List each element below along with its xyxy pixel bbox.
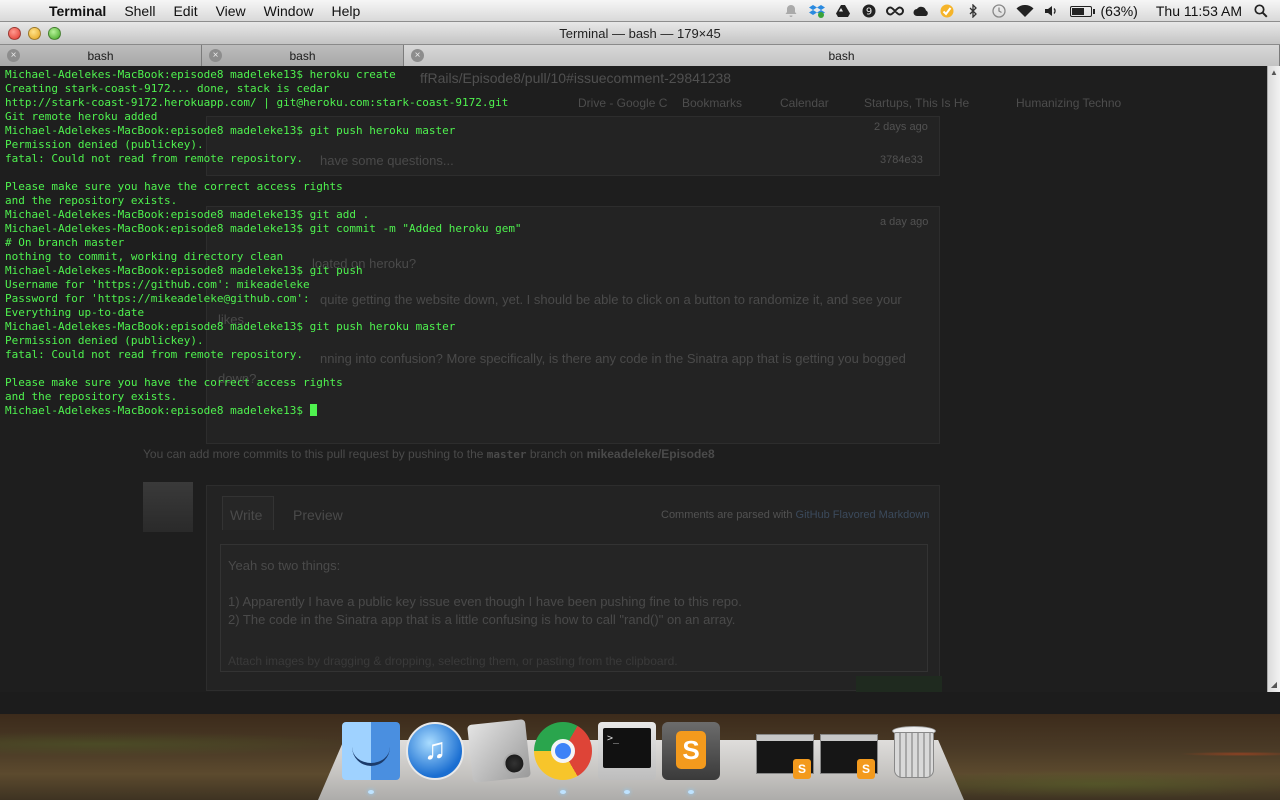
terminal-scrollbar[interactable]: ▲ ◢	[1267, 66, 1280, 692]
terminal-line: http://stark-coast-9172.herokuapp.com/ |…	[5, 96, 509, 109]
trash-icon[interactable]	[884, 722, 942, 780]
tab-bash-2[interactable]: × bash	[202, 45, 404, 66]
tab-close-icon[interactable]: ×	[7, 49, 20, 62]
terminal-line: Michael-Adelekes-MacBook:episode8 madele…	[5, 68, 396, 81]
tab-bar: × bash × bash × bash	[0, 45, 1280, 66]
tab-close-icon[interactable]: ×	[411, 49, 424, 62]
checkmark-icon[interactable]	[936, 0, 958, 22]
terminal-line: Everything up-to-date	[5, 306, 145, 319]
terminal-line: # On branch master	[5, 236, 125, 249]
window-titlebar[interactable]: Terminal — bash — 179×45	[0, 22, 1280, 45]
window-title: Terminal — bash — 179×45	[559, 25, 721, 41]
iphoto-icon[interactable]	[467, 719, 531, 783]
terminal-line: Michael-Adelekes-MacBook:episode8 madele…	[5, 320, 456, 333]
terminal-line: Please make sure you have the correct ac…	[5, 180, 343, 193]
tab-bash-3[interactable]: × bash	[404, 45, 1280, 66]
google-drive-icon[interactable]	[832, 0, 854, 22]
window-minimize-button[interactable]	[28, 27, 41, 40]
terminal-line: and the repository exists.	[5, 390, 178, 403]
terminal-line: Creating stark-coast-9172... done, stack…	[5, 82, 330, 95]
prompt-text: Michael-Adelekes-MacBook:episode8 madele…	[5, 404, 310, 417]
svg-text:9: 9	[865, 7, 871, 18]
chrome-icon[interactable]	[534, 722, 592, 780]
minimized-window-1[interactable]: S	[756, 734, 814, 779]
running-indicator	[368, 790, 374, 794]
terminal-line: fatal: Could not read from remote reposi…	[5, 152, 304, 165]
terminal-line: Permission denied (publickey).	[5, 334, 204, 347]
menu-window[interactable]: Window	[255, 0, 323, 22]
sublime-text-icon[interactable]: S	[662, 722, 720, 780]
terminal-line: Michael-Adelekes-MacBook:episode8 madele…	[5, 208, 370, 221]
spotlight-search-icon[interactable]	[1250, 0, 1272, 22]
terminal-line: Michael-Adelekes-MacBook:episode8 madele…	[5, 124, 456, 137]
itunes-icon[interactable]: ♫	[406, 722, 464, 780]
menu-app-terminal[interactable]: Terminal	[40, 0, 115, 22]
menu-edit[interactable]: Edit	[164, 0, 206, 22]
volume-icon[interactable]	[1040, 0, 1062, 22]
text-cursor	[309, 404, 317, 416]
tab-label: bash	[289, 48, 316, 63]
terminal-window: Terminal — bash — 179×45 × bash × bash ×…	[0, 22, 1280, 714]
time-machine-icon[interactable]	[988, 0, 1010, 22]
battery-indicator[interactable]: (63%)	[1069, 3, 1144, 19]
window-zoom-button[interactable]	[48, 27, 61, 40]
tab-bash-1[interactable]: × bash	[0, 45, 202, 66]
running-indicator	[560, 790, 566, 794]
wifi-icon[interactable]	[1014, 0, 1036, 22]
scroll-resize-grip-icon[interactable]: ◢	[1268, 678, 1280, 692]
terminal-line: Michael-Adelekes-MacBook:episode8 madele…	[5, 264, 363, 277]
menu-help[interactable]: Help	[322, 0, 369, 22]
window-close-button[interactable]	[8, 27, 21, 40]
menu-shell[interactable]: Shell	[115, 0, 164, 22]
tab-close-icon[interactable]: ×	[209, 49, 222, 62]
terminal-line: Please make sure you have the correct ac…	[5, 376, 343, 389]
tab-label: bash	[828, 48, 855, 63]
terminal-icon[interactable]: >_	[598, 722, 656, 780]
terminal-line: Michael-Adelekes-MacBook:episode8 madele…	[5, 404, 1260, 418]
bluetooth-icon[interactable]	[962, 0, 984, 22]
scroll-up-arrow-icon[interactable]: ▲	[1268, 66, 1280, 80]
notification-icon[interactable]	[780, 0, 802, 22]
menu-bar: Terminal Shell Edit View Window Help 9 (…	[0, 0, 1280, 22]
menu-clock[interactable]: Thu 11:53 AM	[1150, 3, 1248, 19]
battery-percent: (63%)	[1100, 3, 1138, 19]
evernote-icon[interactable]: 9	[858, 0, 880, 22]
running-indicator	[624, 790, 630, 794]
terminal-line: Password for 'https://mikeadeleke@github…	[5, 292, 310, 305]
terminal-content[interactable]: ffRails/Episode8/pull/10#issuecomment-29…	[0, 66, 1280, 692]
terminal-line: Michael-Adelekes-MacBook:episode8 madele…	[5, 222, 522, 235]
infinity-icon[interactable]	[884, 0, 906, 22]
terminal-line: and the repository exists.	[5, 194, 178, 207]
terminal-line: fatal: Could not read from remote reposi…	[5, 348, 304, 361]
dropbox-icon[interactable]	[806, 0, 828, 22]
terminal-line: nothing to commit, working directory cle…	[5, 250, 284, 263]
tab-label: bash	[87, 48, 114, 63]
battery-icon	[1069, 5, 1095, 17]
status-area: 9 (63%) Thu 11:53 AM	[778, 0, 1280, 22]
terminal-line: Git remote heroku added	[5, 110, 158, 123]
terminal-line: Username for 'https://github.com': mikea…	[5, 278, 310, 291]
menu-view[interactable]: View	[207, 0, 255, 22]
minimized-window-2[interactable]: S	[820, 734, 878, 779]
cloud-icon[interactable]	[910, 0, 932, 22]
finder-icon[interactable]	[342, 722, 400, 780]
terminal-output[interactable]: Michael-Adelekes-MacBook:episode8 madele…	[5, 68, 1260, 688]
terminal-line: Permission denied (publickey).	[5, 138, 204, 151]
running-indicator	[688, 790, 694, 794]
